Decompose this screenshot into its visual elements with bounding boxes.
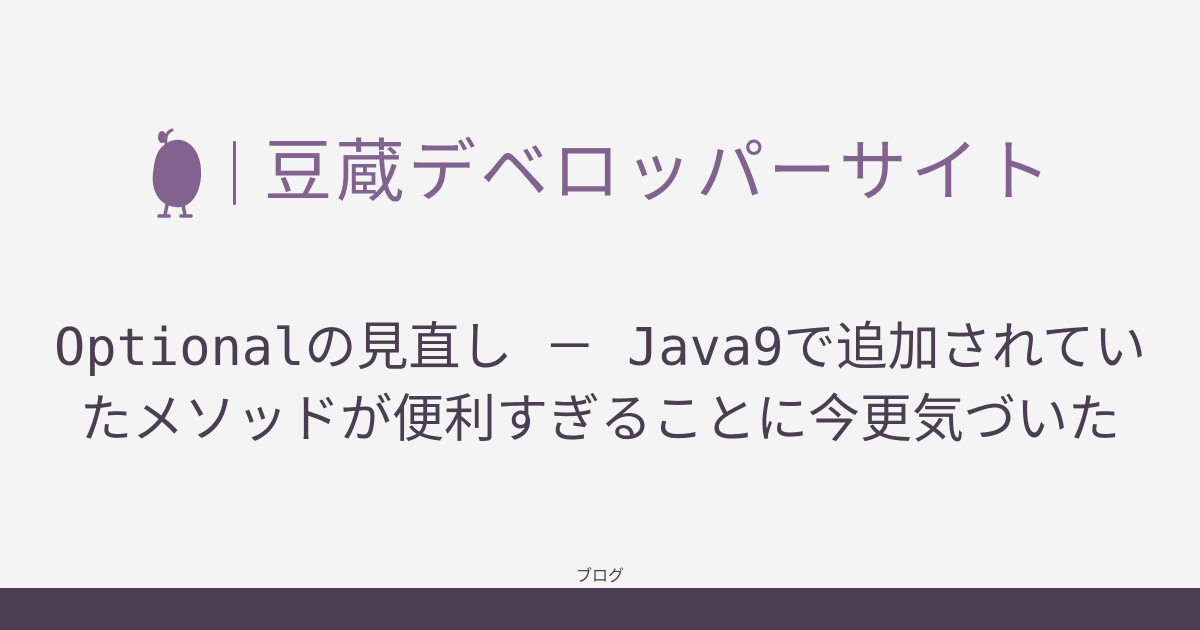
category-label[interactable]: ブログ: [0, 566, 1200, 586]
bean-mascot-icon: [145, 127, 205, 219]
footer-bar: [0, 588, 1200, 630]
site-name: 豆蔵デベロッパーサイト: [264, 133, 1055, 212]
brand-divider: [233, 141, 237, 205]
site-brand[interactable]: 豆蔵デベロッパーサイト: [0, 118, 1200, 228]
article-title: Optionalの見直し － Java9で追加されていたメソッドが便利すぎること…: [53, 318, 1147, 450]
